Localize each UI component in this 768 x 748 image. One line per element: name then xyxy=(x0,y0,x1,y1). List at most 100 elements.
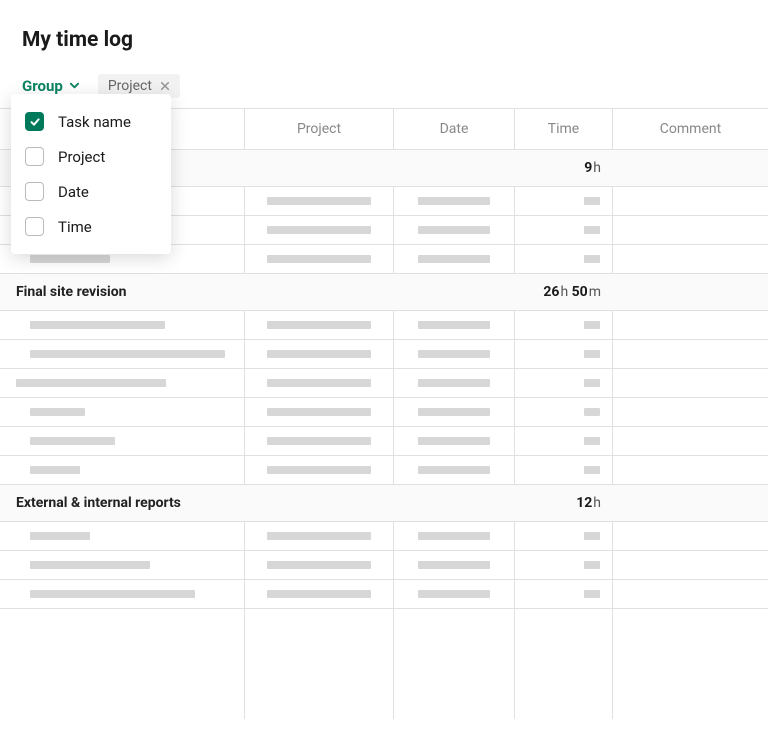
cell-project xyxy=(245,427,394,455)
checkbox[interactable] xyxy=(25,217,44,236)
cell-time xyxy=(515,311,613,339)
checkbox[interactable] xyxy=(25,147,44,166)
group-name: Final site revision xyxy=(0,274,515,310)
placeholder xyxy=(584,437,600,445)
cell-date xyxy=(394,311,515,339)
placeholder xyxy=(584,379,600,387)
checkbox[interactable] xyxy=(25,182,44,201)
cell-time xyxy=(515,427,613,455)
placeholder xyxy=(418,532,490,540)
cell-time xyxy=(515,551,613,579)
table-row[interactable] xyxy=(0,427,768,456)
dropdown-item[interactable]: Project xyxy=(11,139,171,174)
cell-name xyxy=(0,580,245,608)
placeholder xyxy=(267,466,371,474)
placeholder xyxy=(584,590,600,598)
cell-project xyxy=(245,551,394,579)
placeholder xyxy=(267,255,371,263)
cell-project xyxy=(245,216,394,244)
cell-comment xyxy=(613,216,768,244)
cell-project xyxy=(245,456,394,484)
placeholder xyxy=(418,379,490,387)
table-row[interactable] xyxy=(0,522,768,551)
column-header-time: Time xyxy=(515,109,613,149)
placeholder xyxy=(267,379,371,387)
group-header[interactable]: External & internal reports12h xyxy=(0,485,768,522)
cell-date xyxy=(394,456,515,484)
group-time-total: 9h xyxy=(515,150,613,186)
dropdown-item[interactable]: Time xyxy=(11,209,171,244)
cell-date xyxy=(394,216,515,244)
group-time-total: 26h 50m xyxy=(515,274,613,310)
cell-date xyxy=(394,580,515,608)
placeholder xyxy=(418,408,490,416)
chevron-down-icon xyxy=(69,77,80,95)
table-row[interactable] xyxy=(0,369,768,398)
placeholder xyxy=(584,532,600,540)
cell-time xyxy=(515,187,613,215)
group-header[interactable]: Final site revision26h 50m xyxy=(0,274,768,311)
cell-name xyxy=(0,340,245,368)
close-icon[interactable] xyxy=(160,81,170,91)
table-row[interactable] xyxy=(0,398,768,427)
cell-time xyxy=(515,580,613,608)
cell-comment xyxy=(613,245,768,273)
cell-comment xyxy=(613,340,768,368)
table-row[interactable] xyxy=(0,580,768,609)
group-button[interactable]: Group xyxy=(22,77,80,95)
column-header-comment: Comment xyxy=(613,109,768,149)
group-time-total: 12h xyxy=(515,485,613,521)
placeholder xyxy=(267,197,371,205)
placeholder xyxy=(584,350,600,358)
filter-chip-label: Project xyxy=(108,78,152,94)
table-row[interactable] xyxy=(0,456,768,485)
page-title: My time log xyxy=(22,28,746,52)
cell-project xyxy=(245,522,394,550)
dropdown-item-label: Task name xyxy=(58,113,131,131)
placeholder xyxy=(584,226,600,234)
cell-project xyxy=(245,398,394,426)
cell-comment xyxy=(613,456,768,484)
cell-time xyxy=(515,456,613,484)
table-row[interactable] xyxy=(0,340,768,369)
dropdown-item[interactable]: Task name xyxy=(11,104,171,139)
dropdown-item-label: Time xyxy=(58,218,92,236)
cell-time xyxy=(515,245,613,273)
placeholder xyxy=(267,350,371,358)
group-dropdown: Task name Project Date Time xyxy=(11,94,171,254)
placeholder xyxy=(584,255,600,263)
placeholder xyxy=(584,321,600,329)
placeholder xyxy=(30,255,110,263)
cell-project xyxy=(245,187,394,215)
cell-date xyxy=(394,340,515,368)
cell-date xyxy=(394,187,515,215)
cell-comment xyxy=(613,580,768,608)
dropdown-item[interactable]: Date xyxy=(11,174,171,209)
placeholder xyxy=(418,255,490,263)
placeholder xyxy=(418,197,490,205)
table-row[interactable] xyxy=(0,311,768,340)
cell-date xyxy=(394,398,515,426)
table-row[interactable] xyxy=(0,551,768,580)
checkbox[interactable] xyxy=(25,112,44,131)
table-empty-area xyxy=(0,609,768,719)
placeholder xyxy=(418,437,490,445)
cell-date xyxy=(394,522,515,550)
placeholder xyxy=(30,466,80,474)
placeholder xyxy=(584,197,600,205)
placeholder xyxy=(30,532,90,540)
placeholder xyxy=(584,408,600,416)
placeholder xyxy=(418,350,490,358)
column-header-project: Project xyxy=(245,109,394,149)
placeholder xyxy=(30,408,85,416)
dropdown-item-label: Date xyxy=(58,183,89,201)
cell-time xyxy=(515,340,613,368)
placeholder xyxy=(267,408,371,416)
cell-project xyxy=(245,311,394,339)
placeholder xyxy=(418,561,490,569)
group-name: External & internal reports xyxy=(0,485,515,521)
cell-time xyxy=(515,522,613,550)
placeholder xyxy=(30,437,115,445)
cell-time xyxy=(515,369,613,397)
placeholder xyxy=(16,379,166,387)
